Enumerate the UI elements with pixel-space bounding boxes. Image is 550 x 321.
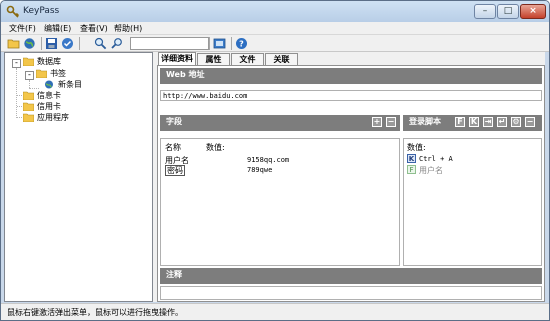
enter-key-button[interactable]: ↵	[497, 117, 507, 127]
save-icon[interactable]	[45, 37, 58, 50]
toolbar: ?	[1, 35, 549, 52]
status-bar: 鼠标右键激活弹出菜单，鼠标可以进行拖曳操作。	[1, 303, 549, 320]
folder-icon	[23, 102, 34, 111]
menu-file[interactable]: 文件(F)	[9, 23, 36, 34]
notes-textarea[interactable]	[160, 286, 542, 300]
tab-files[interactable]: 文件	[231, 53, 264, 65]
window-title: KeyPass	[23, 6, 60, 16]
remove-script-button[interactable]: −	[525, 117, 535, 127]
tree-item-label: 数据库	[37, 57, 61, 66]
key-button[interactable]: K	[469, 117, 479, 127]
menu-edit[interactable]: 编辑(E)	[44, 23, 71, 34]
screenshot-icon[interactable]	[213, 37, 226, 50]
minimize-icon: –	[482, 6, 488, 16]
close-button[interactable]: ×	[520, 4, 546, 19]
table-row[interactable]: 用户名 9158qq.com	[165, 155, 395, 165]
tab-key-button[interactable]: ⇥	[483, 117, 493, 127]
search-icon[interactable]	[94, 37, 107, 50]
detail-pane: 详细资料 属性 文件 关联 Web 地址 http://www.baidu.co…	[157, 52, 545, 302]
tab-relations[interactable]: 关联	[265, 53, 298, 65]
column-header-value: 数值:	[206, 143, 225, 152]
check-icon[interactable]	[61, 37, 74, 50]
field-badge-icon: F	[407, 165, 416, 174]
app-window: KeyPass – □ × 文件(F) 编辑(E) 查看(V) 帮助(H) ? …	[0, 0, 550, 321]
tree-line	[16, 68, 17, 118]
title-bar[interactable]: KeyPass – □ ×	[1, 1, 549, 23]
settings-button[interactable]: ⚙	[511, 117, 521, 127]
open-folder-icon[interactable]	[7, 37, 20, 50]
key-icon	[6, 5, 20, 18]
column-header-name: 名称	[165, 143, 181, 152]
minimize-button[interactable]: –	[474, 4, 496, 19]
toolbar-separator	[79, 37, 80, 50]
tree-item-label: 信息卡	[37, 91, 61, 100]
menu-bar: 文件(F) 编辑(E) 查看(V) 帮助(H)	[1, 22, 549, 35]
script-text: Ctrl + A	[419, 155, 453, 163]
login-script-header: 登录脚本 F K ⇥ ↵ ⚙ −	[403, 115, 542, 131]
fields-header-label: 字段	[166, 117, 182, 126]
tree-item-label: 书签	[50, 69, 66, 78]
svg-text:?: ?	[239, 40, 244, 49]
help-icon[interactable]: ?	[235, 37, 248, 50]
close-icon: ×	[529, 6, 537, 16]
folder-tree[interactable]: - 数据库 - 书签 新条目 信息卡 信用卡 应用程序	[4, 52, 153, 302]
fields-list[interactable]: 名称 数值: 用户名 9158qq.com 密码 789qwe	[160, 138, 400, 266]
maximize-button[interactable]: □	[497, 4, 519, 19]
folder-icon	[23, 91, 34, 100]
login-script-header-label: 登录脚本	[409, 117, 441, 126]
toolbar-separator	[231, 37, 232, 50]
field-key-button[interactable]: F	[455, 117, 465, 127]
maximize-icon: □	[503, 6, 513, 16]
notes-header: 注释	[160, 268, 542, 284]
expand-toggle[interactable]: -	[25, 71, 34, 80]
folder-icon	[36, 69, 47, 78]
tree-line	[29, 88, 39, 89]
status-text: 鼠标右键激活弹出菜单，鼠标可以进行拖曳操作。	[7, 308, 183, 317]
folder-icon	[23, 57, 34, 66]
web-address-header: Web 地址	[160, 68, 542, 84]
tree-item-label: 新条目	[58, 80, 82, 89]
field-name: 密码	[165, 165, 185, 176]
globe-icon[interactable]	[23, 37, 36, 50]
tree-line	[29, 80, 30, 88]
remove-field-button[interactable]: −	[386, 117, 396, 127]
field-value: 9158qq.com	[247, 156, 290, 164]
search-input[interactable]	[130, 37, 209, 50]
menu-view[interactable]: 查看(V)	[80, 23, 108, 34]
tab-properties[interactable]: 属性	[197, 53, 230, 65]
tree-item-label: 信用卡	[37, 102, 61, 111]
tab-strip: 详细资料 属性 文件 关联	[157, 52, 545, 65]
column-header-value: 数值:	[407, 143, 426, 152]
key-badge-icon: K	[407, 154, 416, 163]
fields-header: 字段 + −	[160, 115, 400, 131]
advanced-search-icon[interactable]	[111, 37, 124, 50]
url-field[interactable]: http://www.baidu.com	[160, 90, 542, 101]
details-panel: Web 地址 http://www.baidu.com 字段 + − 名称 数值…	[157, 65, 545, 302]
field-value: 789qwe	[247, 166, 273, 174]
login-script-list[interactable]: 数值: K Ctrl + A F 用户名	[403, 138, 542, 266]
toolbar-separator	[209, 37, 210, 50]
add-field-button[interactable]: +	[372, 117, 382, 127]
toolbar-separator	[41, 37, 42, 50]
table-row[interactable]: 密码 789qwe	[165, 165, 395, 176]
script-text: 用户名	[419, 166, 443, 175]
folder-icon	[23, 113, 34, 122]
menu-help[interactable]: 帮助(H)	[114, 23, 142, 34]
tree-item-label: 应用程序	[37, 113, 69, 122]
expand-toggle[interactable]: -	[12, 59, 21, 68]
tab-details[interactable]: 详细资料	[158, 52, 196, 65]
globe-icon	[45, 80, 53, 89]
